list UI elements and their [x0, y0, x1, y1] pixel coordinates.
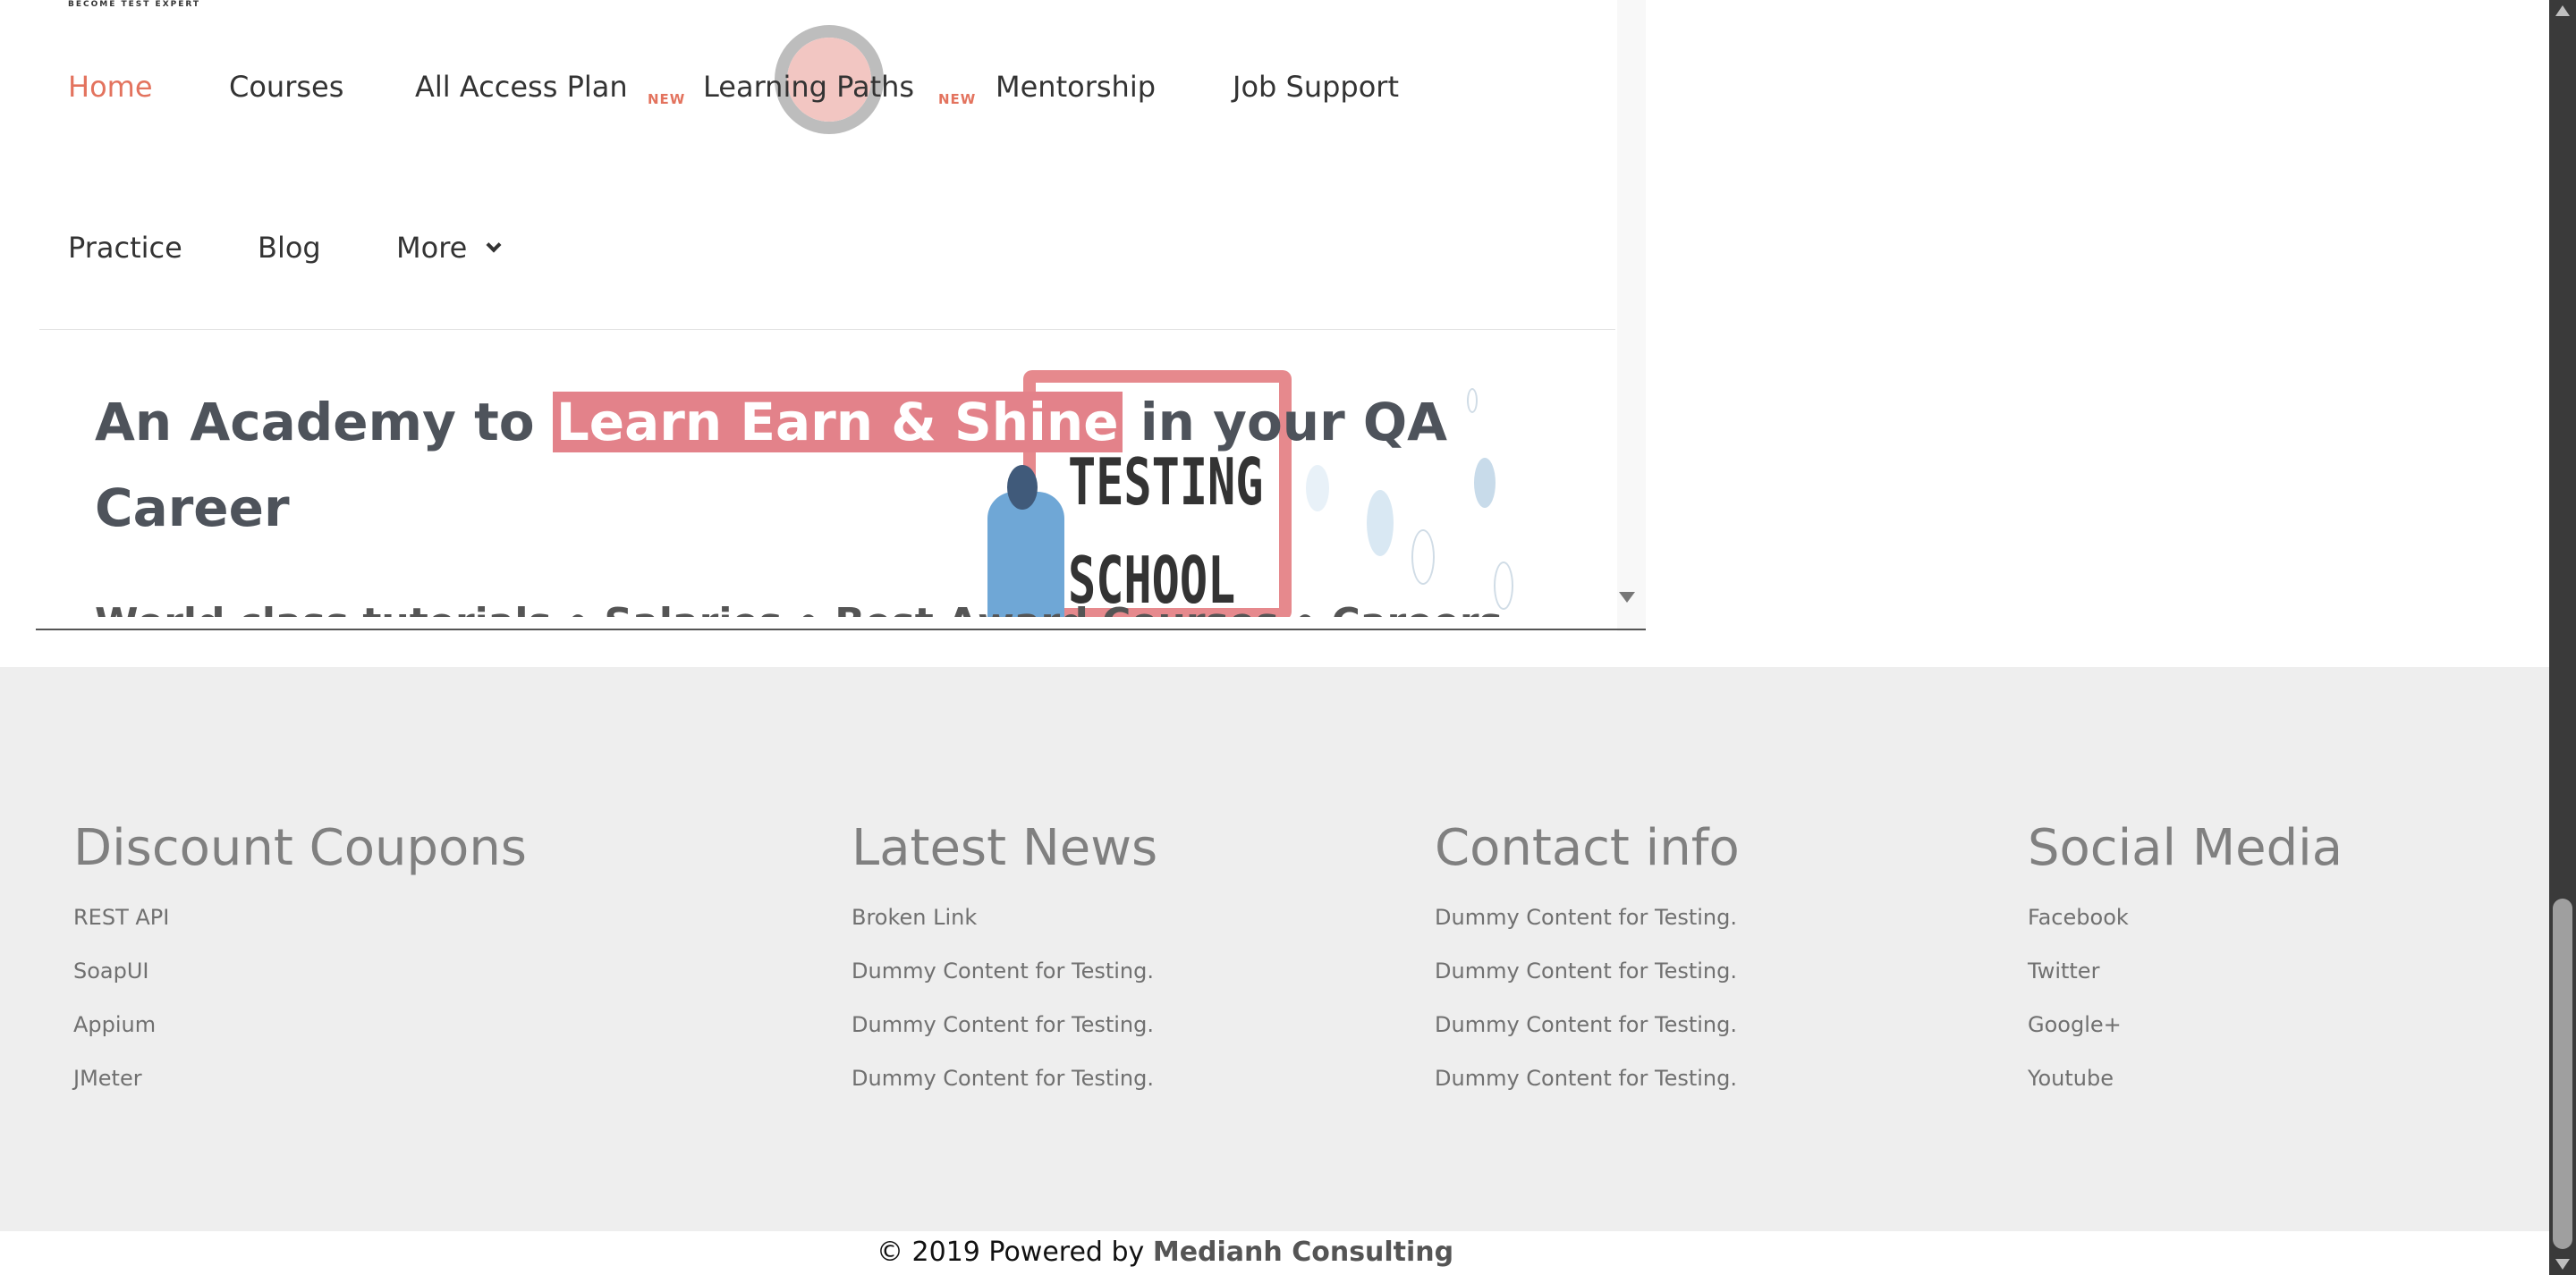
footer-link-news[interactable]: Dummy Content for Testing. — [852, 1066, 1154, 1091]
brand-tagline: BECOME TEST EXPERT — [68, 0, 201, 9]
scrollbar-thumb[interactable] — [2553, 899, 2572, 1249]
nav-blog[interactable]: Blog — [258, 231, 321, 265]
hero-subtitle: World class tutorials • Salaries • Best … — [95, 601, 1503, 617]
frame-scrollbar-track[interactable] — [1617, 0, 1646, 631]
scroll-down-arrow-icon[interactable] — [2555, 1259, 2570, 1270]
footer-link-google-plus[interactable]: Google+ — [2028, 1012, 2122, 1037]
frame-scroll-down-icon[interactable] — [1619, 592, 1635, 603]
footer-link-jmeter[interactable]: JMeter — [73, 1066, 142, 1091]
scroll-up-arrow-icon[interactable] — [2555, 5, 2570, 16]
footer-link-youtube[interactable]: Youtube — [2028, 1066, 2114, 1091]
hero-title-prefix: An Academy to — [95, 392, 535, 452]
copyright: © 2019 Powered by Medianh Consulting — [877, 1237, 1453, 1268]
footer-link-contact[interactable]: Dummy Content for Testing. — [1435, 1012, 1737, 1037]
nav-learning-paths[interactable]: Learning Paths — [703, 70, 914, 104]
all-access-new-badge: NEW — [648, 91, 686, 107]
footer-heading-social-media: Social Media — [2028, 819, 2343, 877]
nav-courses[interactable]: Courses — [229, 70, 343, 104]
footer-heading-discount-coupons: Discount Coupons — [73, 819, 527, 877]
footer-link-contact[interactable]: Dummy Content for Testing. — [1435, 1066, 1737, 1091]
footer-link-twitter[interactable]: Twitter — [2028, 958, 2099, 984]
frame-border — [36, 629, 1646, 630]
nav-home[interactable]: Home — [68, 70, 153, 104]
footer-link-appium[interactable]: Appium — [73, 1012, 156, 1037]
footer-link-news[interactable]: Dummy Content for Testing. — [852, 1012, 1154, 1037]
footer-link-soapui[interactable]: SoapUI — [73, 958, 149, 984]
copyright-text: © 2019 Powered by — [877, 1237, 1145, 1268]
footer-heading-latest-news: Latest News — [852, 819, 1158, 877]
footer-heading-contact-info: Contact info — [1435, 819, 1740, 877]
hero-title-highlight: Learn Earn & Shine — [552, 392, 1123, 452]
footer-link-news[interactable]: Dummy Content for Testing. — [852, 958, 1154, 984]
nav-job-support[interactable]: Job Support — [1233, 70, 1399, 104]
nav-practice[interactable]: Practice — [68, 231, 182, 265]
chevron-down-icon[interactable] — [486, 237, 502, 253]
nav-mentorship[interactable]: Mentorship — [996, 70, 1156, 104]
learning-paths-new-badge: NEW — [938, 91, 977, 107]
nav-divider — [39, 329, 1615, 330]
footer-link-facebook[interactable]: Facebook — [2028, 905, 2129, 930]
embedded-frame[interactable]: BECOME TEST EXPERT Home Courses All Acce… — [0, 0, 1646, 631]
footer-link-broken-link[interactable]: Broken Link — [852, 905, 977, 930]
footer: Discount Coupons REST API SoapUI Appium … — [0, 667, 2549, 1231]
nav-more[interactable]: More — [396, 231, 467, 265]
copyright-brand-link[interactable]: Medianh Consulting — [1153, 1237, 1453, 1268]
nav-all-access-plan[interactable]: All Access Plan — [415, 70, 628, 104]
footer-link-contact[interactable]: Dummy Content for Testing. — [1435, 958, 1737, 984]
hero-title: An Academy to Learn Earn & Shine in your… — [95, 379, 1490, 551]
footer-link-rest-api[interactable]: REST API — [73, 905, 169, 930]
footer-link-contact[interactable]: Dummy Content for Testing. — [1435, 905, 1737, 930]
